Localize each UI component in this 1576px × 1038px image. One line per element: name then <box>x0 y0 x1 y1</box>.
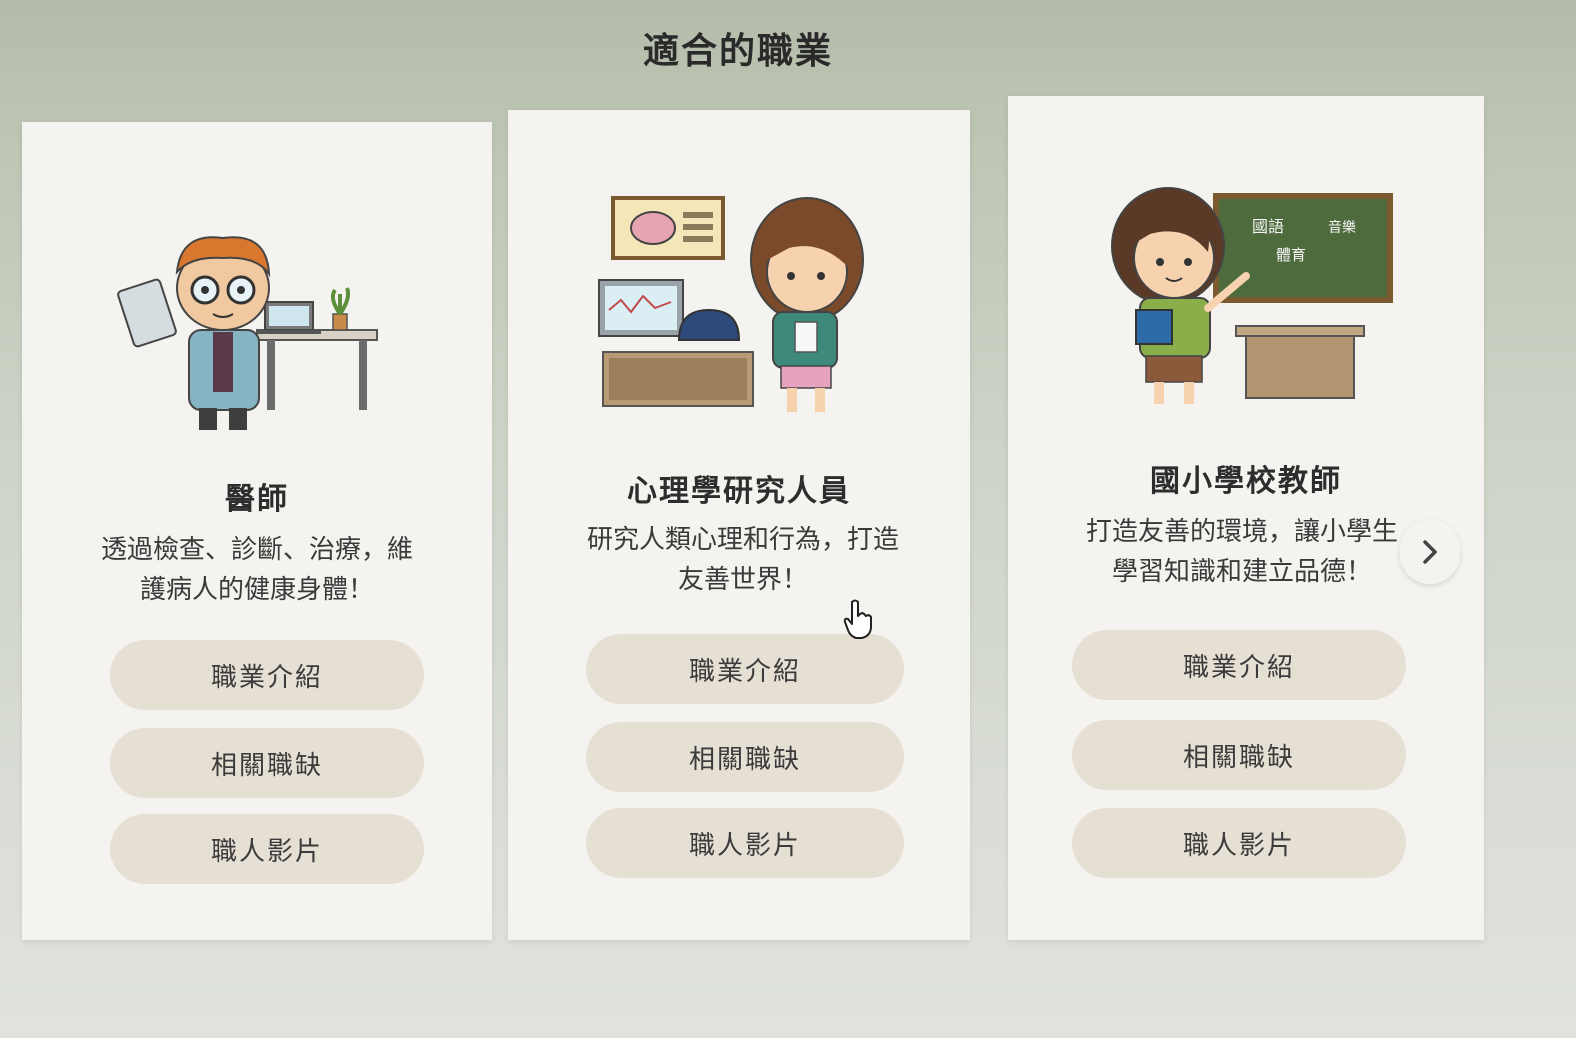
career-intro-button[interactable]: 職業介紹 <box>1072 630 1406 700</box>
carousel-next-button[interactable] <box>1400 520 1460 584</box>
career-intro-button[interactable]: 職業介紹 <box>586 634 904 704</box>
career-description: 研究人類心理和行為，打造友善世界！ <box>586 525 899 595</box>
chalkboard-text: 音樂 <box>1328 219 1356 236</box>
section-title: 適合的職業 <box>642 31 833 72</box>
related-jobs-button[interactable]: 相關職缺 <box>586 722 904 792</box>
career-description: 透過檢查、診斷、治療，維護病人的健康身體！ <box>100 535 413 605</box>
career-title: 心理學研究人員 <box>627 474 851 509</box>
career-card-doctor: 醫師 透過檢查、診斷、治療，維護病人的健康身體！ 職業介紹 相關職缺 職人影片 <box>22 122 492 940</box>
career-card-elementary-teacher: 國語 音樂 體育 國小學校教師 打造友善的環境，讓小學生學習知識和建立品德！ 職… <box>1008 96 1484 940</box>
chalkboard-text: 國語 <box>1252 217 1284 236</box>
career-card-psychology-researcher: 心理學研究人員 研究人類心理和行為，打造友善世界！ 職業介紹 相關職缺 職人影片 <box>508 110 970 940</box>
hand-cursor-icon <box>843 599 872 639</box>
professional-video-button[interactable]: 職人影片 <box>1072 808 1406 878</box>
professional-video-button[interactable]: 職人影片 <box>110 814 424 884</box>
career-title: 國小學校教師 <box>1150 464 1342 499</box>
career-intro-button[interactable]: 職業介紹 <box>110 640 424 710</box>
career-title: 醫師 <box>225 482 289 517</box>
career-description: 打造友善的環境，讓小學生學習知識和建立品德！ <box>1085 517 1398 587</box>
professional-video-button[interactable]: 職人影片 <box>586 808 904 878</box>
doctor-illustration-icon <box>117 236 378 430</box>
related-jobs-button[interactable]: 相關職缺 <box>110 728 424 798</box>
chevron-right-icon <box>1423 540 1437 564</box>
psychology-researcher-illustration-icon <box>598 196 864 412</box>
related-jobs-button[interactable]: 相關職缺 <box>1072 720 1406 790</box>
chalkboard-text: 體育 <box>1276 246 1306 264</box>
elementary-teacher-illustration-icon: 國語 音樂 體育 <box>1111 187 1393 404</box>
